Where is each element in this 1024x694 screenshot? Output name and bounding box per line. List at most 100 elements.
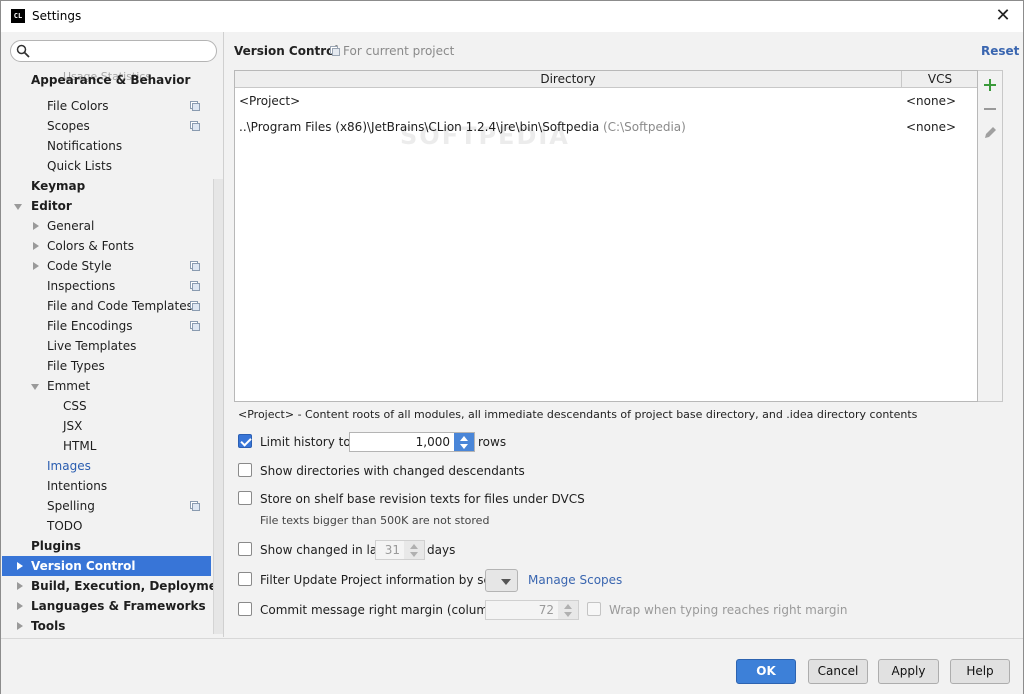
sidebar-item-html[interactable]: HTML bbox=[2, 436, 211, 456]
project-scope-icon bbox=[190, 281, 200, 291]
sidebar-item-label: Intentions bbox=[47, 479, 108, 493]
show-changed-spinner[interactable]: 31 bbox=[375, 540, 425, 560]
commit-margin-checkbox[interactable] bbox=[238, 602, 252, 616]
chevron-right-icon[interactable] bbox=[33, 242, 39, 250]
sidebar-item-tools[interactable]: Tools bbox=[2, 616, 211, 636]
limit-history-checkbox[interactable] bbox=[238, 434, 252, 448]
sidebar-item-label: Editor bbox=[31, 199, 72, 213]
scope-label: For current project bbox=[343, 44, 455, 58]
table-toolbar bbox=[978, 70, 1003, 402]
sidebar-item-label: Plugins bbox=[31, 539, 81, 553]
sidebar-item-label: General bbox=[47, 219, 95, 233]
directory-cell: ..\Program Files (x86)\JetBrains\CLion 1… bbox=[239, 120, 686, 134]
project-scope-icon bbox=[190, 501, 200, 511]
table-row[interactable]: ..\Program Files (x86)\JetBrains\CLion 1… bbox=[235, 116, 977, 138]
scope-dropdown[interactable] bbox=[485, 569, 518, 592]
table-row[interactable]: <Project> <none> bbox=[235, 90, 977, 112]
limit-history-spinner[interactable]: 1,000 bbox=[349, 432, 475, 452]
commit-margin-label: Commit message right margin (columns): bbox=[260, 603, 511, 617]
chevron-right-icon[interactable] bbox=[17, 562, 23, 570]
sidebar-item-live-templates[interactable]: Live Templates bbox=[2, 336, 211, 356]
filter-update-checkbox[interactable] bbox=[238, 572, 252, 586]
show-changed-checkbox[interactable] bbox=[238, 542, 252, 556]
sidebar-item-code-style[interactable]: Code Style bbox=[2, 256, 211, 276]
sidebar-item-label: Notifications bbox=[47, 139, 123, 153]
sidebar-item-label: Languages & Frameworks bbox=[31, 599, 206, 613]
add-icon[interactable] bbox=[981, 76, 999, 94]
sidebar-item-label: Inspections bbox=[47, 279, 116, 293]
project-scope-icon bbox=[190, 301, 200, 311]
sidebar-item-scopes[interactable]: Scopes bbox=[2, 116, 211, 136]
sidebar-item-label: Code Style bbox=[47, 259, 112, 273]
show-changed-value: 31 bbox=[384, 543, 400, 557]
sidebar-item-label: CSS bbox=[63, 399, 87, 413]
sidebar-item-label: JSX bbox=[63, 419, 83, 433]
sidebar-scrollbar[interactable] bbox=[213, 179, 223, 634]
sidebar-item-css[interactable]: CSS bbox=[2, 396, 211, 416]
spinner-arrows-icon[interactable] bbox=[454, 433, 474, 451]
sidebar-item-plugins[interactable]: Plugins bbox=[2, 536, 211, 556]
chevron-right-icon[interactable] bbox=[33, 262, 39, 270]
sidebar-item-keymap[interactable]: Keymap bbox=[2, 176, 211, 196]
reset-link[interactable]: Reset bbox=[981, 44, 1019, 58]
sidebar-item-colors-fonts[interactable]: Colors & Fonts bbox=[2, 236, 211, 256]
edit-pencil-icon[interactable] bbox=[981, 124, 999, 142]
sidebar-item-file-code-templates[interactable]: File and Code Templates bbox=[2, 296, 211, 316]
chevron-right-icon[interactable] bbox=[17, 602, 23, 610]
remove-icon[interactable] bbox=[981, 100, 999, 118]
sidebar-item-todo[interactable]: TODO bbox=[2, 516, 211, 536]
chevron-right-icon[interactable] bbox=[33, 222, 39, 230]
vcs-cell: <none> bbox=[906, 94, 957, 108]
title-bar: CL Settings ✕ bbox=[1, 1, 1023, 32]
directory-cell: <Project> bbox=[239, 94, 301, 108]
sidebar-item-label: File Encodings bbox=[47, 319, 133, 333]
sidebar-item-notifications[interactable]: Notifications bbox=[2, 136, 211, 156]
project-hint-text: <Project> - Content roots of all modules… bbox=[238, 408, 918, 421]
project-scope-icon bbox=[190, 261, 200, 271]
spinner-arrows-icon[interactable] bbox=[558, 601, 578, 619]
chevron-right-icon[interactable] bbox=[17, 622, 23, 630]
column-header-vcs[interactable]: VCS bbox=[903, 71, 977, 88]
settings-sidebar: Usage Statistics Appearance & Behavior F… bbox=[2, 32, 224, 637]
sidebar-item-images[interactable]: Images bbox=[2, 456, 211, 476]
sidebar-item-file-colors[interactable]: File Colors bbox=[2, 96, 211, 116]
wrap-margin-checkbox[interactable] bbox=[587, 602, 601, 616]
settings-window: CL Settings ✕ Usage Statistics Appearanc… bbox=[0, 0, 1024, 694]
sidebar-item-appearance-behavior[interactable]: Appearance & Behavior bbox=[2, 70, 211, 90]
sidebar-item-languages-frameworks[interactable]: Languages & Frameworks bbox=[2, 596, 211, 616]
sidebar-item-file-encodings[interactable]: File Encodings bbox=[2, 316, 211, 336]
sidebar-item-label: Quick Lists bbox=[47, 159, 112, 173]
sidebar-item-intentions[interactable]: Intentions bbox=[2, 476, 211, 496]
store-shelf-checkbox[interactable] bbox=[238, 491, 252, 505]
close-icon[interactable]: ✕ bbox=[993, 5, 1013, 27]
sidebar-item-label: Version Control bbox=[31, 559, 136, 573]
commit-margin-spinner[interactable]: 72 bbox=[485, 600, 579, 620]
chevron-down-icon[interactable] bbox=[14, 204, 22, 210]
spinner-arrows-icon[interactable] bbox=[404, 541, 424, 559]
sidebar-item-general[interactable]: General bbox=[2, 216, 211, 236]
sidebar-item-editor[interactable]: Editor bbox=[2, 196, 211, 216]
sidebar-item-build-execution-deployment[interactable]: Build, Execution, Deployment bbox=[2, 576, 223, 596]
cancel-button[interactable]: Cancel bbox=[808, 659, 868, 684]
sidebar-item-spelling[interactable]: Spelling bbox=[2, 496, 211, 516]
sidebar-item-label: Images bbox=[47, 459, 91, 473]
sidebar-item-label: File and Code Templates bbox=[47, 299, 193, 313]
help-button[interactable]: Help bbox=[950, 659, 1010, 684]
search-input[interactable] bbox=[10, 40, 217, 62]
sidebar-item-label: TODO bbox=[47, 519, 83, 533]
show-dirs-checkbox[interactable] bbox=[238, 463, 252, 477]
apply-button[interactable]: Apply bbox=[878, 659, 939, 684]
ok-button[interactable]: OK bbox=[736, 659, 796, 684]
sidebar-item-emmet[interactable]: Emmet bbox=[2, 376, 211, 396]
chevron-down-icon[interactable] bbox=[31, 384, 39, 390]
vcs-mappings-table: Directory VCS SOFTPEDIA <Project> <none>… bbox=[234, 70, 978, 402]
column-header-directory[interactable]: Directory bbox=[235, 71, 902, 88]
manage-scopes-link[interactable]: Manage Scopes bbox=[528, 573, 622, 587]
sidebar-item-quick-lists[interactable]: Quick Lists bbox=[2, 156, 211, 176]
chevron-right-icon[interactable] bbox=[17, 582, 23, 590]
wrap-margin-label: Wrap when typing reaches right margin bbox=[609, 603, 848, 617]
sidebar-item-version-control[interactable]: Version Control bbox=[2, 556, 211, 576]
sidebar-item-inspections[interactable]: Inspections bbox=[2, 276, 211, 296]
sidebar-item-jsx[interactable]: JSX bbox=[2, 416, 211, 436]
sidebar-item-file-types[interactable]: File Types bbox=[2, 356, 211, 376]
